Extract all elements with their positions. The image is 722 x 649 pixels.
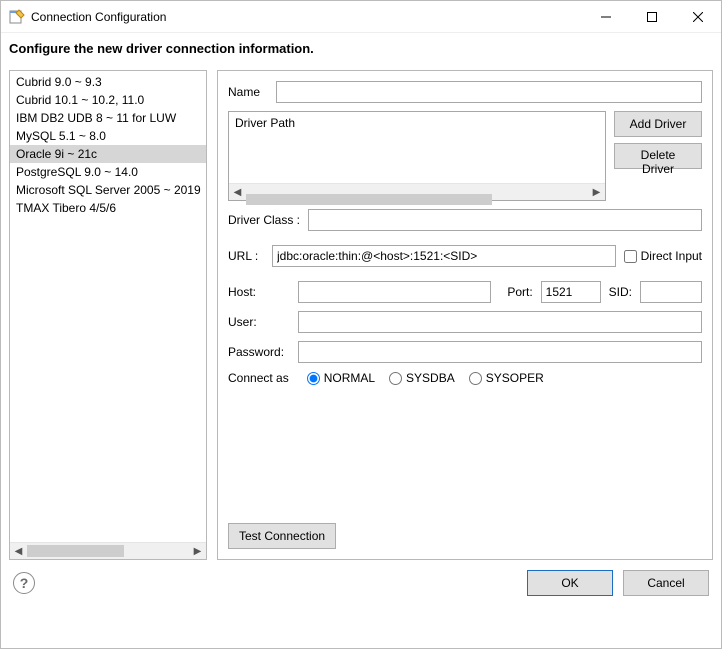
direct-input-checkbox[interactable]: Direct Input (624, 249, 702, 263)
port-label: Port: (507, 285, 532, 299)
driver-list-item[interactable]: IBM DB2 UDB 8 ~ 11 for LUW (10, 109, 206, 127)
driver-path-box[interactable]: Driver Path ◀ ▶ (228, 111, 606, 201)
name-input[interactable] (276, 81, 702, 103)
driver-path-scrollbar[interactable]: ◀ ▶ (229, 183, 605, 200)
driver-list-item[interactable]: Microsoft SQL Server 2005 ~ 2019 (10, 181, 206, 199)
close-button[interactable] (675, 2, 721, 32)
scroll-left-icon[interactable]: ◀ (229, 185, 246, 200)
driver-list-item[interactable]: MySQL 5.1 ~ 8.0 (10, 127, 206, 145)
driver-class-label: Driver Class : (228, 213, 300, 227)
scroll-right-icon[interactable]: ▶ (189, 544, 206, 559)
driver-list-item[interactable]: Cubrid 9.0 ~ 9.3 (10, 73, 206, 91)
window-title: Connection Configuration (31, 10, 583, 24)
host-label: Host: (228, 285, 290, 299)
driver-list-panel: Cubrid 9.0 ~ 9.3Cubrid 10.1 ~ 10.2, 11.0… (9, 70, 207, 560)
connect-as-label: Connect as (228, 371, 289, 385)
driver-list-scrollbar[interactable]: ◀ ▶ (10, 542, 206, 559)
test-connection-button[interactable]: Test Connection (228, 523, 336, 549)
driver-list-item[interactable]: PostgreSQL 9.0 ~ 14.0 (10, 163, 206, 181)
app-icon (9, 9, 25, 25)
connect-as-sysdba-label: SYSDBA (406, 371, 455, 385)
driver-list-item[interactable]: Oracle 9i ~ 21c (10, 145, 206, 163)
minimize-button[interactable] (583, 2, 629, 32)
connect-as-sysdba-radio[interactable] (389, 372, 402, 385)
connect-as-normal[interactable]: NORMAL (307, 371, 375, 385)
form-panel: Name Driver Path ◀ ▶ Add Driver Delete D… (217, 70, 713, 560)
port-input[interactable] (541, 281, 601, 303)
sid-label: SID: (609, 285, 632, 299)
scroll-left-icon[interactable]: ◀ (10, 544, 27, 559)
scroll-right-icon[interactable]: ▶ (588, 185, 605, 200)
driver-path-label: Driver Path (229, 112, 605, 134)
connect-as-sysoper[interactable]: SYSOPER (469, 371, 544, 385)
user-label: User: (228, 315, 290, 329)
help-icon[interactable]: ? (13, 572, 35, 594)
name-label: Name (228, 85, 268, 99)
titlebar: Connection Configuration (1, 1, 721, 33)
password-input[interactable] (298, 341, 702, 363)
password-label: Password: (228, 345, 290, 359)
subtitle: Configure the new driver connection info… (1, 33, 721, 70)
connect-as-normal-label: NORMAL (324, 371, 375, 385)
delete-driver-button[interactable]: Delete Driver (614, 143, 702, 169)
driver-list-item[interactable]: TMAX Tibero 4/5/6 (10, 199, 206, 217)
driver-list[interactable]: Cubrid 9.0 ~ 9.3Cubrid 10.1 ~ 10.2, 11.0… (10, 71, 206, 542)
add-driver-button[interactable]: Add Driver (614, 111, 702, 137)
connect-as-sysoper-radio[interactable] (469, 372, 482, 385)
cancel-button[interactable]: Cancel (623, 570, 709, 596)
driver-list-item[interactable]: Cubrid 10.1 ~ 10.2, 11.0 (10, 91, 206, 109)
connect-as-sysoper-label: SYSOPER (486, 371, 544, 385)
url-label: URL : (228, 249, 264, 263)
direct-input-label: Direct Input (641, 249, 702, 263)
maximize-button[interactable] (629, 2, 675, 32)
connect-as-sysdba[interactable]: SYSDBA (389, 371, 455, 385)
sid-input[interactable] (640, 281, 702, 303)
driver-class-input[interactable] (308, 209, 702, 231)
footer: ? OK Cancel (1, 560, 721, 606)
url-input[interactable] (272, 245, 616, 267)
connect-as-normal-radio[interactable] (307, 372, 320, 385)
direct-input-check[interactable] (624, 250, 637, 263)
ok-button[interactable]: OK (527, 570, 613, 596)
user-input[interactable] (298, 311, 702, 333)
host-input[interactable] (298, 281, 491, 303)
